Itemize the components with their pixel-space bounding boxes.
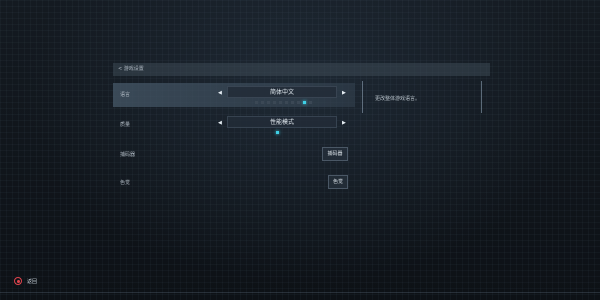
dot — [291, 101, 294, 104]
setting-label-language: 语言 — [120, 92, 131, 98]
dot — [255, 101, 258, 104]
capture-button[interactable]: 捕码器 — [322, 147, 348, 161]
arrow-left-icon[interactable]: ◀ — [218, 90, 222, 96]
setting-label-capture: 捕码器 — [120, 152, 136, 158]
dot — [261, 101, 264, 104]
dot — [297, 101, 300, 104]
back-label: 返回 — [27, 278, 38, 285]
dot-active — [303, 101, 306, 104]
dot — [279, 101, 282, 104]
setting-label-color-vision: 色觉 — [120, 180, 131, 186]
setting-row-quality[interactable]: 质量 ◀ 性能模式 ▶ — [113, 113, 355, 137]
section-header[interactable]: < 游戏设置 — [113, 63, 490, 76]
language-value: 简体中文 — [227, 86, 337, 98]
setting-row-color-vision[interactable]: 色觉 色觉 — [113, 171, 355, 195]
dot — [285, 101, 288, 104]
back-icon — [14, 277, 22, 285]
dot — [267, 101, 270, 104]
arrow-right-icon[interactable]: ▶ — [342, 120, 346, 126]
settings-panel: < 游戏设置 语言 ◀ 简体中文 ▶ 质量 ◀ 性能模式 ▶ 捕码器 捕码器 色… — [113, 63, 490, 203]
setting-row-language[interactable]: 语言 ◀ 简体中文 ▶ — [113, 83, 355, 107]
back-button[interactable]: 返回 — [14, 277, 37, 285]
quality-value: 性能模式 — [227, 116, 337, 128]
setting-row-capture[interactable]: 捕码器 捕码器 — [113, 143, 355, 167]
description-panel: 更改整体游戏语言。 — [362, 81, 482, 113]
dot — [273, 101, 276, 104]
dot — [309, 101, 312, 104]
dot-active — [276, 131, 279, 134]
description-text: 更改整体游戏语言。 — [375, 96, 421, 102]
arrow-right-icon[interactable]: ▶ — [342, 90, 346, 96]
footer-divider — [0, 292, 600, 293]
quality-dots — [276, 131, 279, 134]
setting-label-quality: 质量 — [120, 122, 131, 128]
arrow-left-icon[interactable]: ◀ — [218, 120, 222, 126]
language-dots — [255, 101, 312, 104]
color-vision-button[interactable]: 色觉 — [328, 175, 348, 189]
